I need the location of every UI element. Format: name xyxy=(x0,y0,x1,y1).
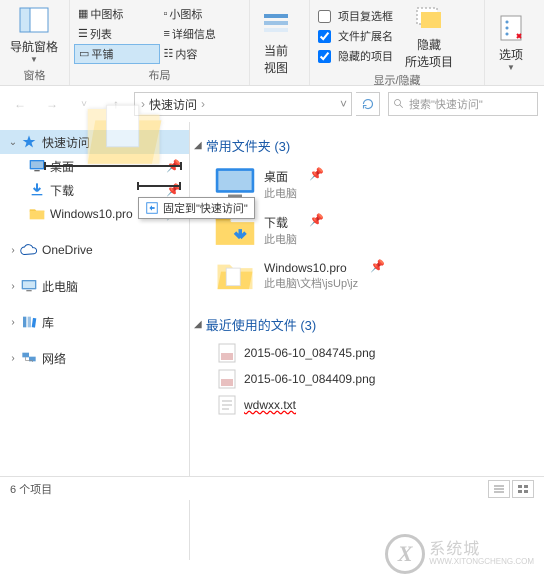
item-sub: 此电脑 xyxy=(264,231,297,247)
folder-item-win10pro[interactable]: Windows10.pro 此电脑\文档\jsUp\jz 📌 xyxy=(194,253,540,299)
item-count: 6 个项目 xyxy=(10,481,52,497)
pin-icon: 📌 xyxy=(309,167,324,181)
current-view-label: 当前 视图 xyxy=(264,42,288,76)
options-button[interactable]: 选项 ▼ xyxy=(489,10,533,74)
item-sub: 此电脑 xyxy=(264,185,297,201)
hide-selected-button[interactable]: 隐藏 所选项目 xyxy=(399,0,459,72)
watermark-name: 系统城 xyxy=(429,542,534,558)
search-placeholder: 搜索"快速访问" xyxy=(409,96,483,112)
check-hidden-items[interactable]: 隐藏的项目 xyxy=(314,46,393,66)
tree-label: OneDrive xyxy=(42,243,93,257)
section-title: 最近使用的文件 (3) xyxy=(206,315,317,334)
item-name: 下载 xyxy=(264,214,297,231)
libraries-icon xyxy=(20,313,38,331)
image-file-icon xyxy=(218,343,236,363)
check-item-checkbox[interactable]: 项目复选框 xyxy=(314,6,393,26)
pin-to-icon xyxy=(145,201,159,215)
watermark: X 系统城 WWW.XITONGCHENG.COM xyxy=(385,534,534,574)
hide-icon xyxy=(413,2,445,34)
section-frequent-folders[interactable]: ◢ 常用文件夹 (3) xyxy=(194,136,540,155)
sort-icon xyxy=(260,8,292,40)
item-name: Windows10.pro xyxy=(264,261,358,275)
view-med-icons[interactable]: ▦中图标 xyxy=(74,4,160,24)
refresh-icon xyxy=(362,98,374,110)
star-icon xyxy=(20,133,38,151)
download-icon xyxy=(28,181,46,199)
search-input[interactable]: 搜索"快速访问" xyxy=(388,92,538,116)
view-tiles[interactable]: ▭平铺 xyxy=(74,44,160,64)
chevron-down-icon: ◢ xyxy=(194,319,202,330)
nav-pane-button[interactable]: 导航窗格 ▼ xyxy=(4,2,64,66)
view-content[interactable]: ☷内容 xyxy=(160,44,246,64)
tooltip-text: 固定到"快速访问" xyxy=(163,200,248,216)
file-item[interactable]: 2015-06-10_084409.png xyxy=(194,366,540,392)
file-name: 2015-06-10_084409.png xyxy=(244,372,375,386)
folder-open-icon xyxy=(214,257,256,295)
breadcrumb[interactable]: › 快速访问 › ˅ xyxy=(134,92,352,116)
check-file-ext[interactable]: 文件扩展名 xyxy=(314,26,393,46)
current-view-button[interactable]: 当前 视图 xyxy=(254,6,298,78)
tree-network[interactable]: › 网络 xyxy=(0,346,189,370)
file-name: wdwxx.txt xyxy=(244,398,296,412)
view-details-toggle[interactable] xyxy=(488,480,510,498)
tree-onedrive[interactable]: › OneDrive xyxy=(0,238,189,262)
section-recent-files[interactable]: ◢ 最近使用的文件 (3) xyxy=(194,315,540,334)
tree-label: Windows10.pro xyxy=(50,207,133,221)
options-icon xyxy=(495,12,527,44)
group-layout-label: 布局 xyxy=(74,67,245,83)
tree-label: 下载 xyxy=(50,182,74,199)
folder-icon xyxy=(28,205,46,223)
tree-thispc[interactable]: › 此电脑 xyxy=(0,274,189,298)
pin-icon: 📌 xyxy=(370,259,385,273)
back-button[interactable]: ← xyxy=(6,90,34,118)
ribbon: 导航窗格 ▼ 窗格 ▦中图标 ▫小图标 ☰列表 ≡详细信息 ▭平铺 ☷内容 布局 xyxy=(0,0,544,86)
chevron-right-icon[interactable]: › xyxy=(199,97,207,111)
recent-button[interactable]: ˅ xyxy=(70,90,98,118)
file-item[interactable]: 2015-06-10_084745.png xyxy=(194,340,540,366)
tree-quick-access[interactable]: ⌄ 快速访问 xyxy=(0,130,189,154)
drag-tooltip: 固定到"快速访问" xyxy=(138,197,255,219)
file-item[interactable]: wdwxx.txt xyxy=(194,392,540,418)
chevron-down-icon: ◢ xyxy=(194,140,202,151)
view-details[interactable]: ≡详细信息 xyxy=(160,24,246,44)
view-list[interactable]: ☰列表 xyxy=(74,24,160,44)
up-button[interactable]: ↑ xyxy=(102,90,130,118)
tree-label: 网络 xyxy=(42,350,66,367)
item-name: 桌面 xyxy=(264,168,297,185)
item-sub: 此电脑\文档\jsUp\jz xyxy=(264,275,358,291)
search-icon xyxy=(393,98,405,110)
breadcrumb-segment[interactable]: 快速访问 xyxy=(147,96,199,113)
dropdown-arrow-icon: ▼ xyxy=(30,55,38,64)
chevron-right-icon[interactable]: › xyxy=(139,97,147,111)
pc-icon xyxy=(20,277,38,295)
tree-label: 快速访问 xyxy=(42,134,90,151)
dropdown-v-icon[interactable]: ˅ xyxy=(340,97,347,111)
nav-pane-icon xyxy=(18,4,50,36)
view-small-icons[interactable]: ▫小图标 xyxy=(160,4,246,24)
cloud-icon xyxy=(20,241,38,259)
tree-label: 此电脑 xyxy=(42,278,78,295)
hide-selected-label: 隐藏 所选项目 xyxy=(405,36,453,70)
dropdown-arrow-icon: ▼ xyxy=(507,63,515,72)
options-label: 选项 xyxy=(499,46,523,63)
section-title: 常用文件夹 (3) xyxy=(206,136,291,155)
file-name: 2015-06-10_084745.png xyxy=(244,346,375,360)
address-bar: ← → ˅ ↑ › 快速访问 › ˅ 搜索"快速访问" xyxy=(0,86,544,122)
watermark-url: WWW.XITONGCHENG.COM xyxy=(429,558,534,566)
refresh-button[interactable] xyxy=(356,92,380,116)
tree-label: 库 xyxy=(42,314,54,331)
pin-icon: 📌 xyxy=(309,213,324,227)
drop-indicator xyxy=(137,185,181,187)
tree-libraries[interactable]: › 库 xyxy=(0,310,189,334)
network-icon xyxy=(20,349,38,367)
view-thumbs-toggle[interactable] xyxy=(512,480,534,498)
status-bar: 6 个项目 xyxy=(0,476,544,500)
nav-pane-label: 导航窗格 xyxy=(10,38,58,55)
drop-indicator xyxy=(44,165,182,167)
text-file-icon xyxy=(218,395,236,415)
image-file-icon xyxy=(218,369,236,389)
watermark-logo: X xyxy=(385,534,425,574)
group-pane-label: 窗格 xyxy=(4,67,65,83)
forward-button[interactable]: → xyxy=(38,90,66,118)
